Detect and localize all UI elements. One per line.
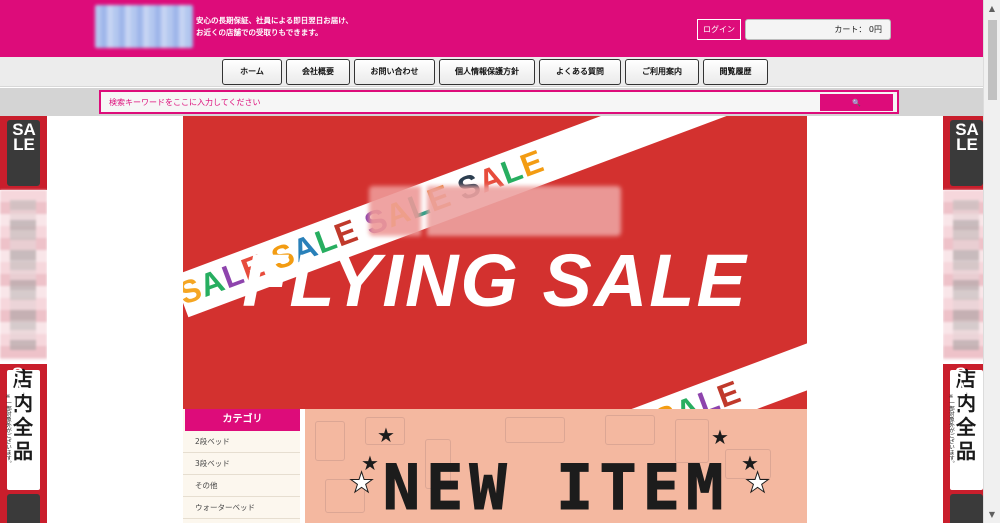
main-nav: ホーム 会社概要 お問い合わせ 個人情報保護方針 よくある質問 ご利用案内 閲覧… <box>0 57 983 87</box>
category-item[interactable]: ウォーターベッド <box>183 497 300 519</box>
category-title: カテゴリ <box>185 409 300 431</box>
side-sale-text: SALE <box>955 120 979 154</box>
cart-label: カート： <box>834 25 867 34</box>
side-blurred-image <box>0 190 47 360</box>
side-store-note: ※一部対象外がございます。 <box>948 394 954 466</box>
cart-button[interactable]: カート： 0円 <box>745 19 891 40</box>
page-scrollbar[interactable]: ▲ ▼ <box>983 0 1000 523</box>
nav-faq[interactable]: よくある質問 <box>539 59 621 85</box>
star-icon: ★ <box>377 423 395 447</box>
nav-contact[interactable]: お問い合わせ <box>354 59 435 85</box>
hero-banner[interactable]: SALE SALE SALE SALE SALE SALE SALE FLYIN… <box>183 116 807 409</box>
side-sale-badge: SALE <box>0 116 47 190</box>
hero-title: FLYING SALE <box>242 239 748 322</box>
furniture-sketch <box>505 417 565 443</box>
hero-brand-logo <box>369 186 621 236</box>
search-icon: 🔍 <box>852 99 861 107</box>
search-bar: 🔍 <box>0 88 983 116</box>
nav-history[interactable]: 閲覧履歴 <box>703 59 768 85</box>
ribbon-text-bottom: SALE SALE SALE <box>619 373 746 409</box>
nav-home[interactable]: ホーム <box>222 59 282 85</box>
side-store-note: ※一部対象外がございます。 <box>5 394 11 466</box>
left-side-banner[interactable]: SALE 店内全品 ※一部対象外がございます。 SAL <box>0 116 47 523</box>
cart-amount: 0円 <box>868 25 882 34</box>
tagline-line-1: 安心の長期保証、社員による即日翌日お届け、 <box>196 16 353 25</box>
scroll-up-arrow-icon[interactable]: ▲ <box>984 0 1000 17</box>
search-input[interactable] <box>109 95 789 109</box>
new-item-title: NEW ITEM <box>382 451 730 523</box>
header-tagline: 安心の長期保証、社員による即日翌日お届け、 お近くの店舗での受取りもできます。 <box>196 15 353 39</box>
category-item[interactable]: その他 <box>183 475 300 497</box>
site-logo[interactable] <box>95 5 193 48</box>
side-sale-text: SALE <box>12 120 36 154</box>
category-item[interactable]: 2段ベッド <box>183 431 300 453</box>
site-header: 安心の長期保証、社員による即日翌日お届け、 お近くの店舗での受取りもできます。 … <box>0 0 983 57</box>
login-button[interactable]: ログイン <box>697 19 741 40</box>
tagline-line-2: お近くの店舗での受取りもできます。 <box>196 28 323 37</box>
category-panel: カテゴリ 2段ベッド 3段ベッド その他 ウォーターベッド <box>183 409 300 523</box>
scrollbar-thumb[interactable] <box>988 20 997 100</box>
scroll-down-arrow-icon[interactable]: ▼ <box>984 506 1000 523</box>
category-item[interactable]: 3段ベッド <box>183 453 300 475</box>
star-icon: ★ <box>711 425 729 449</box>
nav-company[interactable]: 会社概要 <box>286 59 350 85</box>
nav-privacy[interactable]: 個人情報保護方針 <box>439 59 535 85</box>
search-button[interactable]: 🔍 <box>820 94 893 111</box>
new-item-banner[interactable]: ★ ★ ★ ★ ★ ★ NEW ITEM <box>305 409 807 523</box>
furniture-sketch <box>605 415 655 445</box>
side-store-badge: 店内全品 ※一部対象外がございます。 SAL <box>0 364 47 523</box>
search-box: 🔍 <box>99 90 899 114</box>
side-store-sale-text: SAL <box>955 364 968 413</box>
nav-guide[interactable]: ご利用案内 <box>625 59 699 85</box>
side-store-sale-text: SAL <box>12 364 25 413</box>
